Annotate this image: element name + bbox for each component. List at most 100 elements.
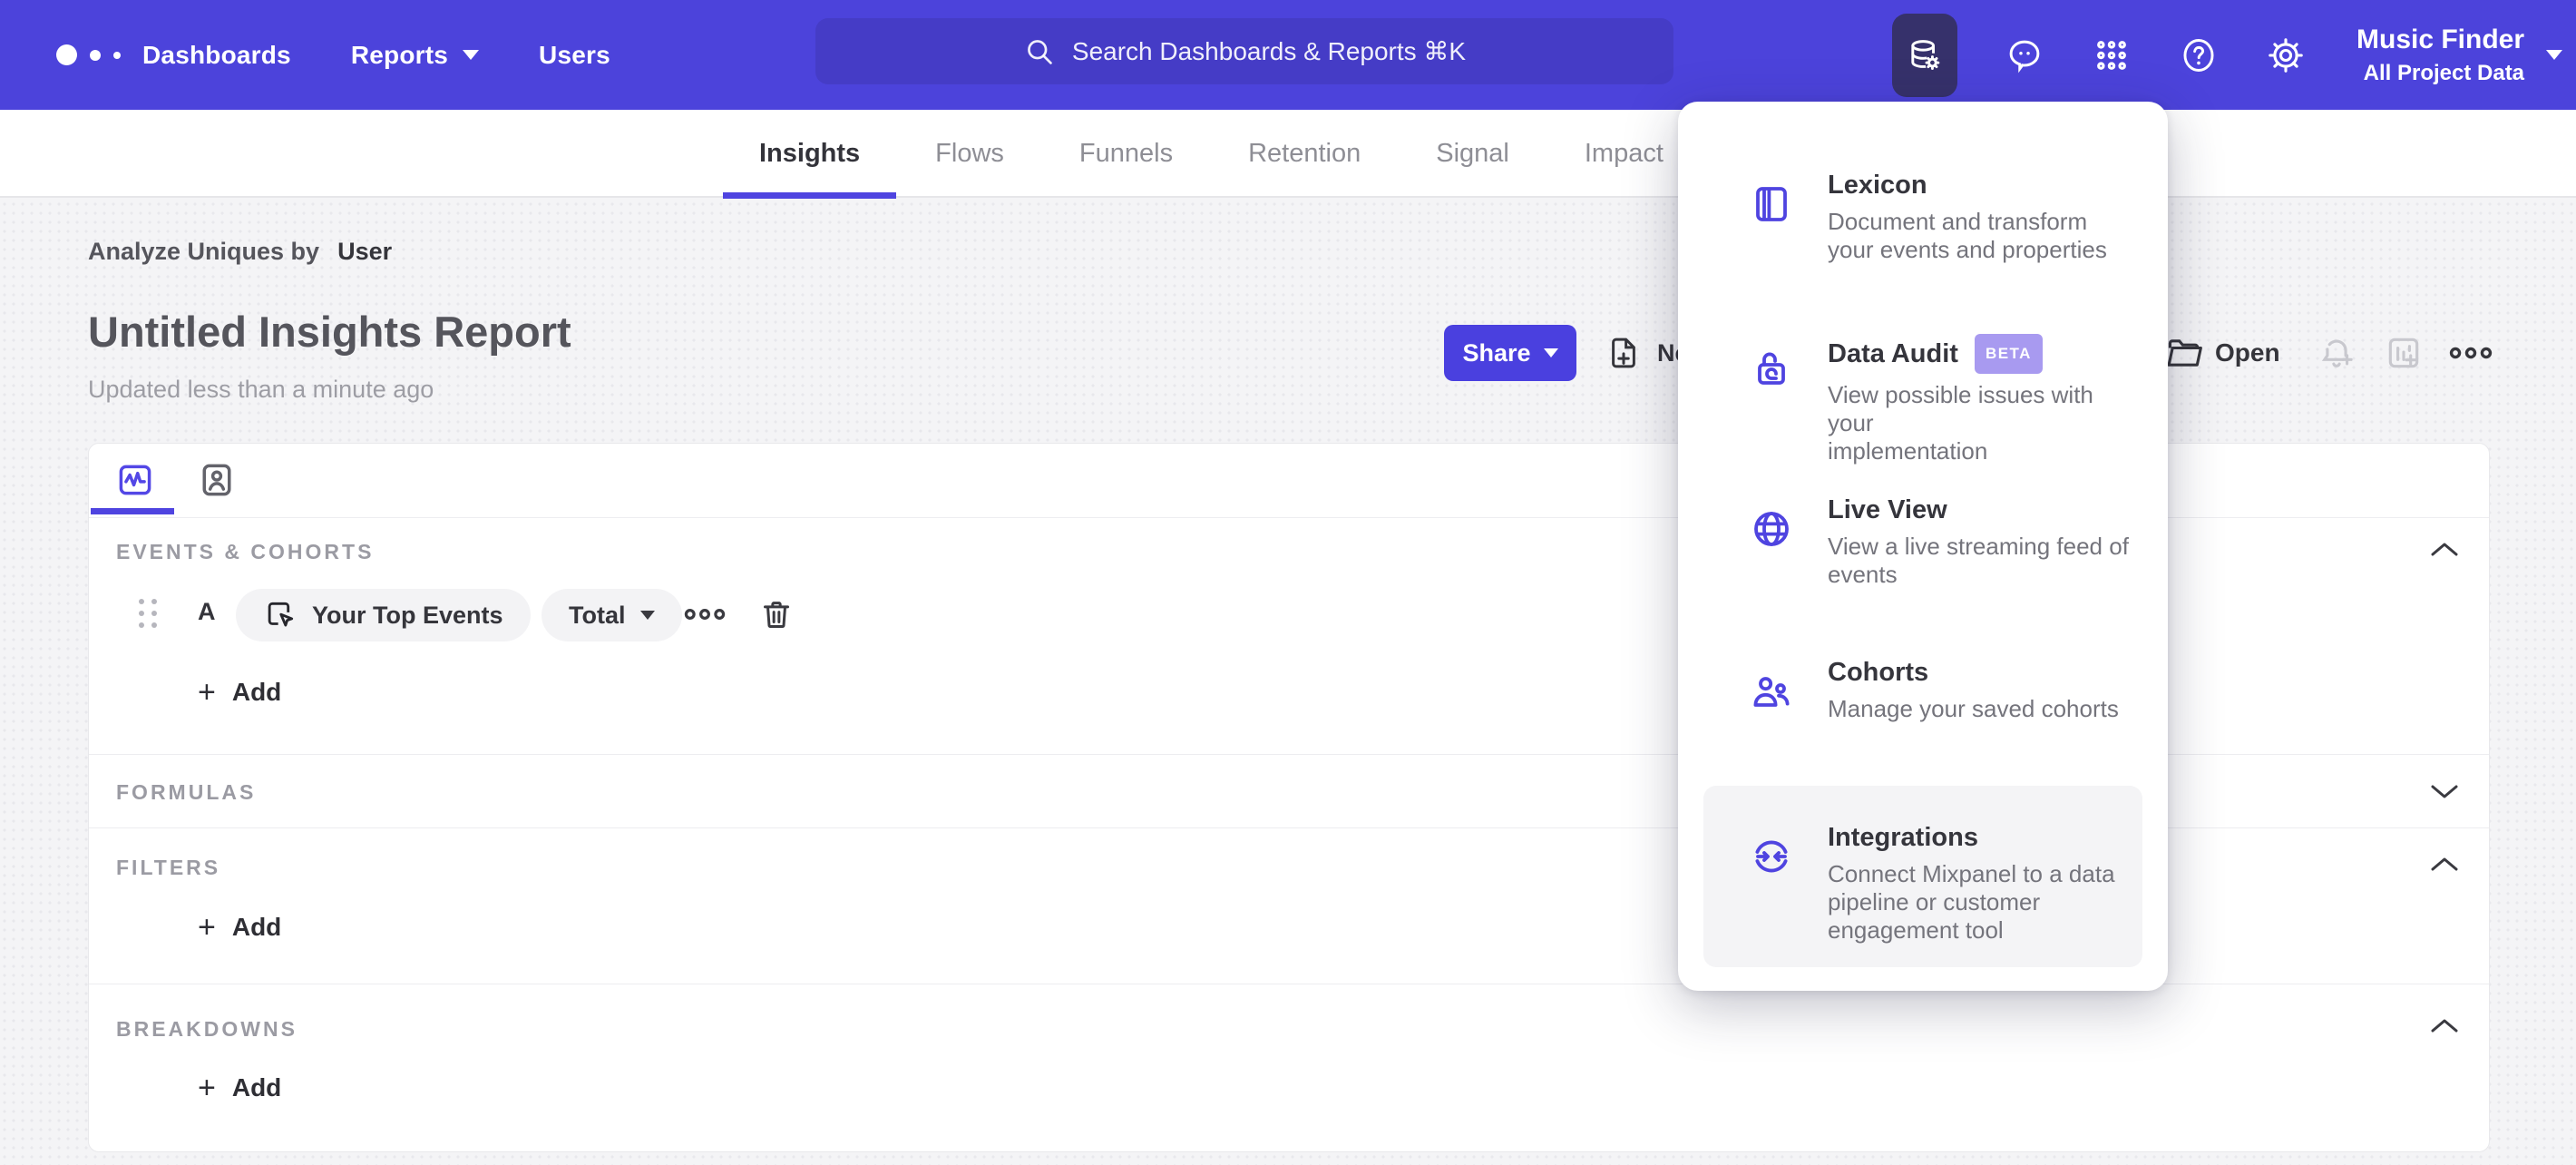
data-management-menu: Lexicon Document and transform your even… [1678,102,2168,991]
tab-events-view[interactable] [114,460,156,500]
tab-label: Insights [759,139,861,168]
bell-plus-icon [2321,339,2353,367]
series-letter: A [198,598,216,625]
tab-signal[interactable]: Signal [1400,110,1546,198]
analyze-uniques-label: Analyze Uniques by [88,238,320,265]
mixpanel-insights-page: Dashboards Reports Users Search Dashboar… [0,0,2576,1165]
logo-dot [113,51,121,59]
add-event-button[interactable]: + Add [198,675,282,710]
formulas-section-label: FORMULAS [116,780,257,804]
chevron-down-icon [2546,50,2563,60]
create-alert-button[interactable] [2317,333,2356,373]
event-selector-chip[interactable]: Your Top Events [236,589,531,641]
menu-item-title: Cohorts [1828,658,1929,687]
add-label: Add [231,913,282,941]
add-breakdown-button[interactable]: + Add [198,1072,282,1103]
row-more-button[interactable] [684,602,726,627]
menu-item-data-audit[interactable]: Data Audit BETA View possible issues wit… [1750,334,2144,465]
search-icon [1027,39,1052,64]
open-folder-icon [2167,339,2202,367]
tab-flows[interactable]: Flows [899,110,1040,198]
collapse-filters-button[interactable] [2429,855,2460,875]
event-chip-label: Your Top Events [312,601,503,629]
gear-icon [2269,37,2303,73]
menu-item-desc: Document and transform your events and p… [1828,208,2107,263]
menu-item-text: Cohorts Manage your saved cohorts [1828,657,2144,723]
menu-item-cohorts[interactable]: Cohorts Manage your saved cohorts [1750,657,2144,723]
help-button[interactable] [2179,35,2219,75]
integrations-sync-icon [1750,835,1793,878]
board-chart-plus-icon [2388,338,2418,368]
nav-dashboards[interactable]: Dashboards [142,41,291,70]
menu-item-live-view[interactable]: Live View View a live streaming feed of … [1750,494,2144,589]
report-tab-bar: Insights Flows Funnels Retention Signal … [0,110,2576,199]
menu-item-integrations[interactable]: Integrations Connect Mixpanel to a data … [1750,822,2144,945]
uniques-entity-select[interactable]: User [337,238,392,266]
add-to-board-button[interactable] [2384,333,2424,373]
menu-item-title: Lexicon [1828,171,1927,200]
tab-label: Flows [935,139,1004,168]
menu-item-title: Live View [1828,495,1947,524]
tab-retention[interactable]: Retention [1212,110,1397,198]
menu-item-desc: Connect Mixpanel to a data pipeline or c… [1828,860,2115,944]
chevron-down-icon [463,50,480,60]
share-label: Share [1462,338,1531,367]
new-document-icon [1612,338,1635,368]
menu-item-title: Data Audit [1828,339,1958,368]
lexicon-book-icon [1750,182,1793,226]
tab-label: Impact [1584,139,1664,168]
chevron-down-icon [1543,348,1558,357]
collapse-breakdowns-button[interactable] [2429,1016,2460,1036]
plus-icon: + [198,675,216,710]
beta-badge: BETA [1974,334,2043,374]
menu-item-lexicon[interactable]: Lexicon Document and transform your even… [1750,170,2144,264]
updated-timestamp: Updated less than a minute ago [88,376,434,403]
tab-funnels[interactable]: Funnels [1043,110,1209,198]
nav-dashboards-label: Dashboards [142,40,291,69]
breadcrumb: Analyze Uniques by User [88,238,392,266]
settings-button[interactable] [2266,35,2306,75]
aggregation-selector-chip[interactable]: Total [542,589,682,641]
add-label: Add [231,1073,282,1101]
share-button[interactable]: Share [1444,325,1576,381]
drag-handle[interactable] [139,599,158,628]
apps-grid-button[interactable] [2092,35,2132,75]
expand-formulas-button[interactable] [2429,781,2460,801]
aggregation-label: Total [569,601,626,629]
global-search-input[interactable]: Search Dashboards & Reports ⌘K [815,18,1673,84]
report-actions: Open [2164,325,2493,381]
project-switcher[interactable]: Music Finder All Project Data [2356,24,2524,86]
nav-reports-label: Reports [350,40,449,69]
menu-item-desc: View a live streaming feed of events [1828,533,2129,588]
collapse-events-button[interactable] [2429,540,2460,560]
project-scope: All Project Data [2363,60,2525,85]
nav-reports[interactable]: Reports [350,40,480,70]
active-tab-underline [91,508,174,514]
delete-row-button[interactable] [758,597,795,633]
report-tabs: Insights Flows Funnels Retention Signal … [723,110,1700,199]
data-management-button[interactable] [1892,13,1957,97]
add-label: Add [231,678,282,706]
top-nav-bar: Dashboards Reports Users Search Dashboar… [0,0,2576,110]
live-view-globe-icon [1750,507,1793,551]
feedback-button[interactable] [2005,35,2044,75]
nav-users[interactable]: Users [539,41,610,70]
mixpanel-logo-icon[interactable] [56,0,121,110]
menu-item-text: Live View View a live streaming feed of … [1828,494,2144,589]
activity-chart-icon [119,465,151,495]
tab-profiles-view[interactable] [196,460,238,500]
event-click-icon [268,602,294,627]
tab-insights[interactable]: Insights [723,110,897,199]
plus-icon: + [198,910,216,945]
database-gear-icon [1911,39,1940,70]
nav-users-label: Users [539,40,610,69]
chevron-down-icon [639,611,655,620]
search-placeholder: Search Dashboards & Reports ⌘K [1071,37,1467,65]
add-filter-button[interactable]: + Add [198,910,282,945]
page-title[interactable]: Untitled Insights Report [88,307,571,357]
more-actions-button[interactable] [2449,339,2493,367]
tab-impact[interactable]: Impact [1548,110,1700,198]
open-report-button[interactable]: Open [2164,333,2280,373]
trash-icon [764,602,789,628]
header-right-controls: Music Finder All Project Data [1892,0,2563,110]
